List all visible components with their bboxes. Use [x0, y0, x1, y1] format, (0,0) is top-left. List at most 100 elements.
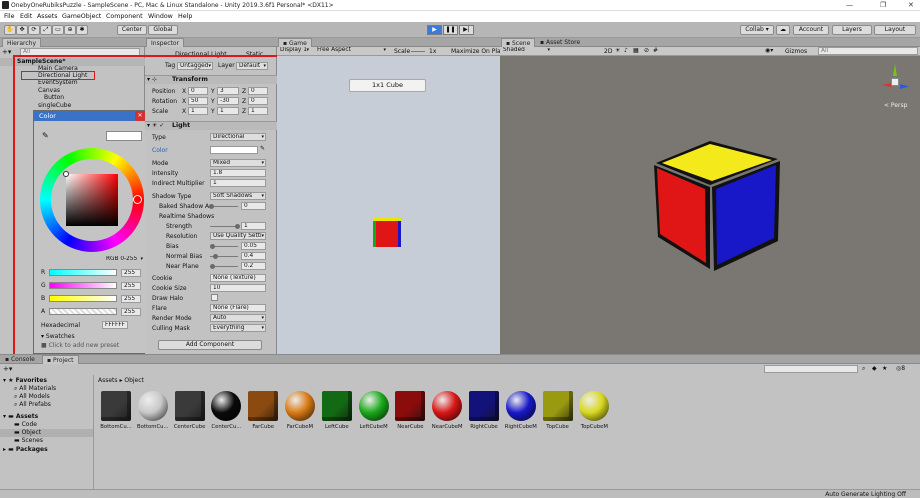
aspect-dropdown[interactable]: Free Aspect: [315, 47, 387, 55]
close-icon[interactable]: ✕: [908, 1, 914, 9]
favorite-all-models[interactable]: ⌕ All Models: [14, 393, 50, 401]
gizmos-dropdown[interactable]: Gizmos: [785, 48, 807, 55]
scene-search-input[interactable]: All: [818, 47, 918, 55]
project-create-button[interactable]: +▾: [3, 365, 12, 373]
status-text: Auto Generate Lighting Off: [825, 491, 906, 498]
perspective-label[interactable]: < Persp: [884, 102, 907, 109]
gizmo-z-axis: [900, 84, 909, 89]
menu-file[interactable]: File: [4, 13, 15, 20]
transform-tool-button[interactable]: ⊕: [64, 25, 76, 35]
material-sphere-icon: [432, 391, 463, 421]
2d-toggle[interactable]: 2D: [604, 48, 612, 55]
asset-item[interactable]: NearCubeM: [429, 391, 465, 430]
breadcrumb-root[interactable]: Assets: [98, 377, 118, 384]
pivot-toggle[interactable]: Center: [117, 25, 147, 35]
material-sphere-icon: [505, 391, 536, 421]
lighting-toggle-icon[interactable]: ☀: [615, 47, 620, 54]
favorites-folder[interactable]: ▾ ★ Favorites: [3, 377, 47, 384]
move-tool-button[interactable]: ✥: [16, 25, 28, 35]
audio-toggle-icon[interactable]: ♪: [624, 47, 628, 54]
scene-camera-icon[interactable]: ◉▾: [765, 47, 773, 54]
asset-item[interactable]: RightCube: [466, 391, 502, 430]
asset-grid: BottomCu... BottomCu... CenterCube CenterCu…: [98, 391, 918, 471]
display-dropdown[interactable]: Display 1: [278, 47, 310, 55]
ui-button-label: 1x1 Cube: [372, 81, 403, 89]
collab-button[interactable]: Collab ▾: [740, 25, 774, 35]
asset-item[interactable]: CenterCu...: [208, 391, 244, 430]
maximize-on-play-toggle[interactable]: Maximize On Play: [451, 48, 504, 55]
asset-item[interactable]: FarCube: [245, 391, 281, 430]
cloud-icon[interactable]: ☁: [776, 25, 790, 35]
favorite-all-prefabs[interactable]: ⌕ All Prefabs: [14, 401, 51, 409]
asset-item[interactable]: FarCubeM: [282, 391, 318, 430]
asset-item[interactable]: BottomCu...: [135, 391, 171, 430]
restore-icon[interactable]: ❐: [880, 1, 886, 9]
custom-tool-button[interactable]: ✱: [76, 25, 88, 35]
folder-code[interactable]: ▬ Code: [14, 421, 37, 428]
menu-gameobject[interactable]: GameObject: [62, 13, 101, 20]
hand-tool-button[interactable]: ✋: [4, 25, 16, 35]
project-search-input[interactable]: [764, 365, 858, 373]
asset-item[interactable]: LeftCube: [319, 391, 355, 430]
favorite-all-materials-label: All Materials: [19, 385, 57, 392]
favorite-all-materials[interactable]: ⌕ All Materials: [14, 385, 56, 393]
asset-name: TopCube: [546, 424, 569, 430]
asset-name: NearCube: [397, 424, 424, 430]
create-button[interactable]: +▾: [2, 48, 11, 56]
grid-toggle-icon[interactable]: #: [653, 47, 658, 54]
scale-tool-button[interactable]: ⤢: [40, 25, 52, 35]
space-toggle[interactable]: Global: [148, 25, 178, 35]
tab-hierarchy[interactable]: Hierarchy: [2, 38, 42, 47]
rect-tool-button[interactable]: ▭: [52, 25, 64, 35]
asset-name: CenterCu...: [211, 424, 242, 430]
play-button[interactable]: ▶: [427, 25, 442, 35]
favorite-icon[interactable]: ★: [882, 365, 887, 372]
tab-project[interactable]: ▪ Project: [42, 355, 79, 364]
scale-slider[interactable]: [411, 51, 425, 52]
asset-item[interactable]: TopCubeM: [576, 391, 612, 430]
folder-scenes[interactable]: ▬ Scenes: [14, 437, 43, 444]
rotate-tool-button[interactable]: ⟳: [28, 25, 40, 35]
breadcrumb-current[interactable]: Object: [124, 377, 144, 384]
annotation-highlight-frame: [13, 55, 283, 363]
shading-dropdown[interactable]: Shaded: [501, 47, 551, 55]
assets-folder[interactable]: ▾ ▬ Assets: [3, 413, 38, 420]
tab-console[interactable]: ▪ Console: [1, 355, 39, 364]
tab-asset-store-label: Asset Store: [545, 39, 581, 46]
prefab-cube-icon: [321, 391, 352, 421]
tab-game[interactable]: ▪ Game: [278, 38, 312, 47]
layers-dropdown[interactable]: Layers: [832, 25, 872, 35]
pause-button[interactable]: ❚❚: [443, 25, 458, 35]
filter-by-type-icon[interactable]: ⌕: [862, 365, 865, 373]
menu-help[interactable]: Help: [178, 13, 192, 20]
asset-name: LeftCubeM: [359, 424, 388, 430]
menu-component[interactable]: Component: [106, 13, 143, 20]
asset-item[interactable]: LeftCubeM: [356, 391, 392, 430]
menu-edit[interactable]: Edit: [20, 13, 32, 20]
filter-by-label-icon[interactable]: ◆: [872, 365, 877, 372]
orientation-gizmo[interactable]: [878, 63, 914, 101]
hidden-packages-icon[interactable]: ◎8: [896, 365, 905, 372]
asset-name: RightCubeM: [504, 424, 537, 430]
prefab-cube-icon: [101, 391, 131, 421]
asset-item[interactable]: TopCube: [540, 391, 576, 430]
asset-item[interactable]: BottomCu...: [98, 391, 134, 430]
menu-assets[interactable]: Assets: [37, 13, 58, 20]
account-dropdown[interactable]: Account: [793, 25, 829, 35]
step-button[interactable]: ▶|: [459, 25, 474, 35]
layout-dropdown[interactable]: Layout: [874, 25, 916, 35]
tab-inspector[interactable]: Inspector: [146, 38, 184, 47]
effects-toggle-icon[interactable]: ▦: [633, 47, 639, 54]
menu-window[interactable]: Window: [148, 13, 173, 20]
packages-folder[interactable]: ▸ ▬ Packages: [3, 446, 48, 453]
minimize-icon[interactable]: —: [846, 1, 853, 9]
asset-item[interactable]: CenterCube: [172, 391, 208, 430]
ui-button-1x1-cube[interactable]: 1x1 Cube: [349, 79, 426, 92]
hidden-objects-icon[interactable]: ⊘: [644, 47, 649, 54]
tab-scene[interactable]: ▪ Scene: [501, 38, 536, 47]
tab-game-label: Game: [288, 40, 307, 47]
folder-object[interactable]: ▬ Object: [14, 429, 41, 436]
tab-asset-store[interactable]: ▪ Asset Store: [536, 38, 584, 47]
asset-item[interactable]: NearCube: [392, 391, 428, 430]
asset-item[interactable]: RightCubeM: [503, 391, 539, 430]
